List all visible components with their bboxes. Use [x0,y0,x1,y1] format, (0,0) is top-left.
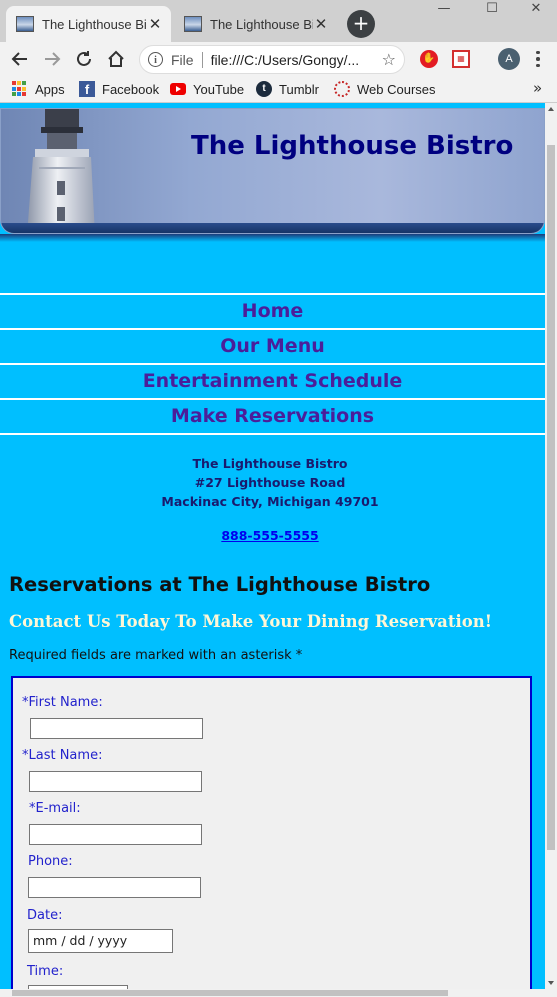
page-heading: Reservations at The Lighthouse Bistro [9,573,431,596]
bookmark-label: Tumblr [279,81,319,97]
site-nav: Home Our Menu Entertainment Schedule Mak… [0,293,545,435]
tab-inactive[interactable]: The Lighthouse Bistro ✕ [174,6,337,42]
nav-link-our-menu[interactable]: Our Menu [0,328,545,363]
page-subheading: Contact Us Today To Make Your Dining Res… [9,612,493,631]
tumblr-icon: t [256,81,272,97]
horizontal-scroll-thumb[interactable] [12,990,448,996]
address-name: The Lighthouse Bistro [192,456,348,471]
home-button[interactable] [102,45,130,73]
page-viewport: The Lighthouse Bistro Home Our Menu Ente… [0,103,545,989]
bookmark-label: Facebook [102,81,160,97]
phone-field[interactable] [28,877,201,898]
bookmark-facebook[interactable]: f Facebook [79,80,159,98]
contact-address: The Lighthouse Bistro #27 Lighthouse Roa… [0,454,540,545]
bookmark-web-courses[interactable]: Web Courses [334,80,436,98]
last-name-label: *Last Name: [22,748,103,763]
new-tab-button[interactable]: + [347,10,375,38]
forward-button[interactable] [38,45,66,73]
date-label: Date: [27,908,63,923]
browser-toolbar: i File file:///C:/Users/Gongy/... ☆ ✋ ▦ … [0,42,557,76]
phone-label: Phone: [28,854,73,869]
apps-grid-icon [12,81,28,97]
banner-title: The Lighthouse Bistro [191,131,514,161]
back-button[interactable] [6,45,34,73]
tab-strip: The Lighthouse Bistro ✕ The Lighthouse B… [0,0,557,42]
nav-link-make-reservations[interactable]: Make Reservations [0,398,545,435]
calendar-extension-icon[interactable]: ▦ [452,50,470,68]
reload-button[interactable] [70,45,98,73]
vertical-scrollbar[interactable] [545,103,557,989]
close-tab-icon[interactable]: ✕ [147,15,163,33]
bookmark-label: Apps [35,81,65,97]
home-icon [108,50,124,67]
tab-active[interactable]: The Lighthouse Bistro ✕ [6,6,171,42]
address-bar[interactable]: i File file:///C:/Users/Gongy/... ☆ [139,45,405,74]
banner: The Lighthouse Bistro [0,108,545,234]
bookmark-label: Web Courses [357,81,436,97]
bookmark-tumblr[interactable]: t Tumblr [256,80,319,98]
first-name-label: *First Name: [22,695,103,710]
profile-avatar[interactable]: A [498,48,520,70]
lighthouse-favicon-icon [184,16,202,32]
nav-link-home[interactable]: Home [0,293,545,328]
last-name-field[interactable] [29,771,202,792]
email-field[interactable] [29,824,202,845]
nav-link-entertainment-schedule[interactable]: Entertainment Schedule [0,363,545,398]
email-label: *E-mail: [29,801,81,816]
reservation-form: *First Name: *Last Name: *E-mail: Phone:… [11,676,532,989]
banner-sea-strip [1,223,544,233]
tab-title: The Lighthouse Bistro [210,16,313,32]
vertical-scroll-thumb[interactable] [547,145,555,850]
close-window-icon[interactable]: ✕ [516,1,556,19]
back-arrow-icon [11,52,27,66]
phone-link[interactable]: 888-555-5555 [221,528,318,543]
scroll-up-icon[interactable] [548,107,554,111]
bookmarks-bar: Apps f Facebook YouTube t Tumblr Web Cou… [0,76,557,103]
horizontal-scrollbar[interactable] [0,989,557,997]
web-courses-icon [334,81,350,97]
address-separator [201,51,203,68]
address-street: #27 Lighthouse Road [194,475,346,490]
bookmarks-overflow-icon[interactable]: » [533,79,542,97]
time-label: Time: [27,964,64,979]
bookmark-label: YouTube [193,81,245,97]
address-url[interactable]: file:///C:/Users/Gongy/... [211,52,378,68]
lighthouse-image-icon [27,109,95,233]
adblock-extension-icon[interactable]: ✋ [420,50,438,68]
banner-shadow [0,234,545,242]
tab-title: The Lighthouse Bistro [42,16,147,32]
reload-icon [77,51,91,66]
address-city: Mackinac City, Michigan 49701 [161,494,379,509]
first-name-field[interactable] [30,718,203,739]
facebook-icon: f [79,81,95,97]
date-field[interactable]: mm / dd / yyyy [28,929,173,953]
bookmark-apps[interactable]: Apps [12,80,65,98]
site-info-icon[interactable]: i [148,52,163,67]
scroll-down-icon[interactable] [548,981,554,985]
forward-arrow-icon [45,52,61,66]
required-fields-note: Required fields are marked with an aster… [9,648,303,663]
bookmark-youtube[interactable]: YouTube [170,80,244,98]
maximize-window-icon[interactable]: ☐ [472,1,512,19]
minimize-window-icon[interactable]: — [424,1,464,19]
bookmark-star-icon[interactable]: ☆ [382,50,396,69]
lighthouse-favicon-icon [16,16,34,32]
browser-menu-icon[interactable] [531,48,545,70]
close-tab-icon[interactable]: ✕ [313,15,329,33]
youtube-icon [170,83,186,95]
address-scheme: File [171,51,194,68]
